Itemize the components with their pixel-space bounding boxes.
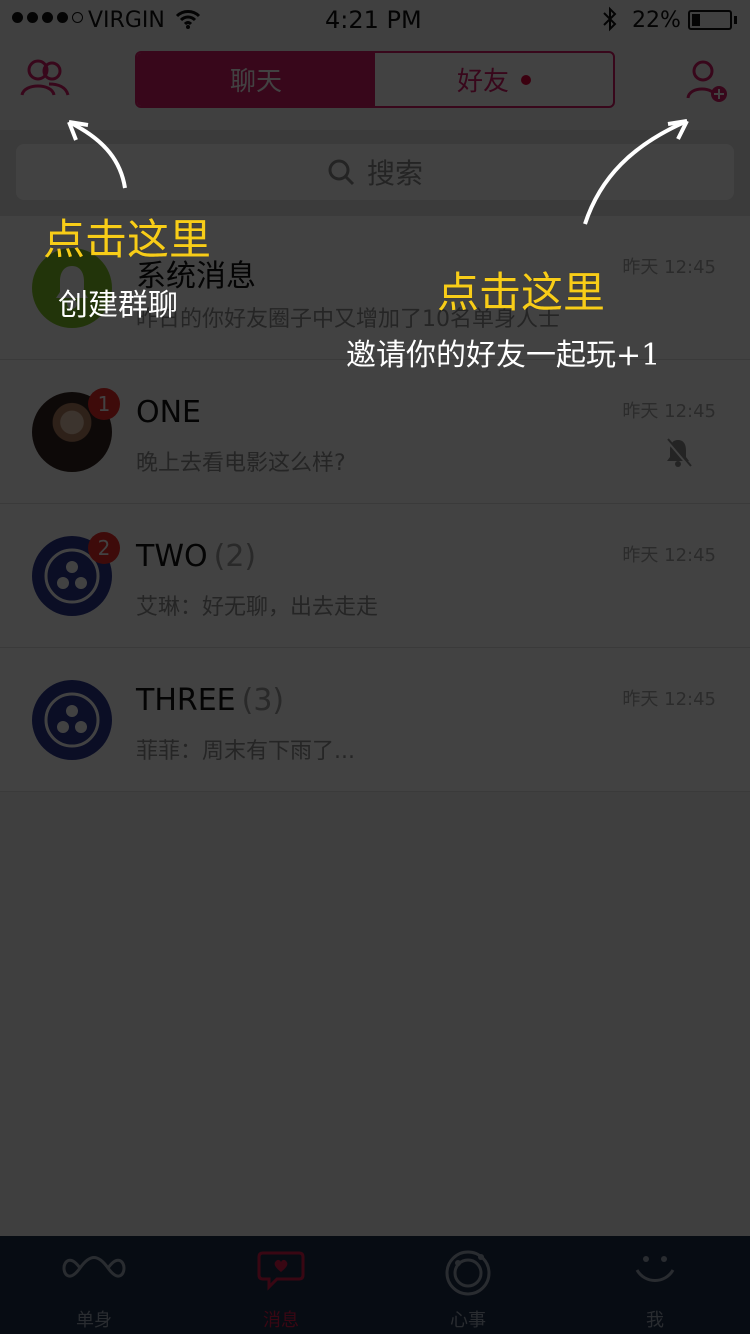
- group-chat-icon: [44, 692, 100, 748]
- battery-level-fill: [692, 14, 700, 26]
- mute-bell-icon: [665, 438, 692, 468]
- tab-messages-label: 消息: [263, 1310, 299, 1331]
- battery-tip: [734, 16, 737, 24]
- chat-time: 昨天 12:45: [622, 689, 716, 710]
- top-navigation: 聊天 好友: [0, 40, 750, 131]
- signal-dot: [57, 12, 68, 23]
- chat-preview: 昨日的你好友圈子中又增加了10名单身人士: [136, 307, 560, 332]
- tab-stories[interactable]: 心事: [374, 1236, 562, 1334]
- signal-strength-icon: [12, 12, 83, 23]
- carrier-name: VIRGIN: [88, 8, 165, 33]
- chat-title: ONE: [136, 395, 202, 430]
- smile-icon: [635, 1256, 675, 1282]
- search-icon: [328, 159, 355, 186]
- system-avatar: [32, 248, 112, 328]
- chat-row-three[interactable]: THREE (3) 菲菲：周末有下雨了... 昨天 12:45: [0, 648, 750, 792]
- bottom-tab-bar: 单身 消息 心事 我: [0, 1236, 750, 1334]
- tab-chat-label: 聊天: [229, 67, 282, 97]
- chat-friends-switch: 聊天 好友: [135, 51, 615, 108]
- battery-percentage: 22%: [632, 8, 681, 33]
- search-bar-area: 搜索: [0, 130, 750, 216]
- chat-title: 系统消息: [136, 259, 256, 294]
- chat-row-one[interactable]: 1 ONE 晚上去看电影这么样? 昨天 12:45: [0, 360, 750, 504]
- group-avatar: [32, 680, 112, 760]
- search-placeholder: 搜索: [366, 157, 423, 190]
- chat-time: 昨天 12:45: [622, 545, 716, 566]
- member-count: (2): [213, 539, 257, 574]
- tab-stories-label: 心事: [450, 1310, 486, 1331]
- signal-dot: [27, 12, 38, 23]
- tab-messages[interactable]: 消息: [187, 1236, 375, 1334]
- wifi-icon: [175, 10, 201, 29]
- tab-single-label: 单身: [76, 1310, 112, 1331]
- group-people-icon[interactable]: [18, 56, 72, 102]
- chat-preview: 艾琳：好无聊，出去走走: [136, 595, 379, 620]
- tab-profile-label: 我: [646, 1310, 664, 1331]
- chat-time: 昨天 12:45: [622, 401, 716, 422]
- chat-title: TWO (2): [136, 539, 256, 574]
- signal-dot: [12, 12, 23, 23]
- battery-icon: [688, 10, 732, 30]
- app-root: VIRGIN 4:21 PM 22% 聊天 好友 搜索 系统消息 昨日的你好友圈…: [0, 0, 750, 1334]
- chat-list: 系统消息 昨日的你好友圈子中又增加了10名单身人士 昨天 12:45 1 ONE…: [0, 216, 750, 792]
- status-bar: VIRGIN 4:21 PM 22%: [0, 0, 750, 40]
- camera-circle-icon: [445, 1250, 491, 1296]
- friends-notification-dot: [521, 74, 531, 85]
- chat-bubble-heart-icon: [257, 1251, 305, 1291]
- chat-time: 昨天 12:45: [622, 257, 716, 278]
- system-bell-icon: [56, 266, 88, 309]
- tab-friends[interactable]: 好友: [375, 53, 613, 106]
- chat-row-two[interactable]: 2 TWO (2) 艾琳：好无聊，出去走走 昨天 12:45: [0, 504, 750, 648]
- infinity-icon: [62, 1256, 126, 1278]
- status-time: 4:21 PM: [325, 6, 422, 34]
- chat-row-system[interactable]: 系统消息 昨日的你好友圈子中又增加了10名单身人士 昨天 12:45: [0, 216, 750, 360]
- tab-single[interactable]: 单身: [0, 1236, 188, 1334]
- tab-chat[interactable]: 聊天: [137, 53, 375, 106]
- signal-dot: [42, 12, 53, 23]
- chat-title: THREE (3): [136, 683, 284, 718]
- search-input[interactable]: 搜索: [16, 144, 734, 200]
- chat-title-text: THREE: [136, 683, 236, 718]
- unread-badge: 2: [88, 532, 120, 564]
- tab-friends-label: 好友: [456, 67, 509, 97]
- add-friend-icon[interactable]: [680, 56, 732, 108]
- member-count: (3): [241, 683, 285, 718]
- chat-preview: 晚上去看电影这么样?: [136, 451, 346, 476]
- chat-title-text: TWO: [136, 539, 208, 574]
- unread-badge: 1: [88, 388, 120, 420]
- tab-profile[interactable]: 我: [561, 1236, 749, 1334]
- chat-preview: 菲菲：周末有下雨了...: [136, 739, 355, 764]
- bluetooth-icon: [603, 6, 617, 32]
- signal-dot-empty: [72, 12, 83, 23]
